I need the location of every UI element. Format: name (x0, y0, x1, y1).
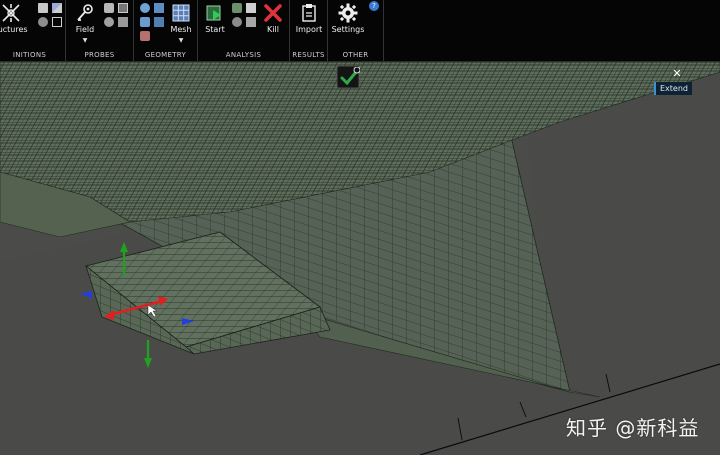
watermark-text: 知乎 @新科益 (566, 416, 700, 440)
start-button[interactable]: Start (198, 1, 232, 45)
field-probe-icon (77, 4, 93, 21)
gear-icon (338, 3, 358, 23)
settings-label: Settings (331, 25, 365, 34)
group-label-other: OTHER (342, 51, 369, 59)
ribbon-group-probes: Field ▼ PROBES (66, 0, 134, 61)
probe-point-icon[interactable] (104, 3, 114, 13)
definition-tool-icon[interactable] (38, 3, 48, 13)
structures-label: ructures (0, 25, 28, 34)
definition-shape-icon[interactable] (38, 17, 48, 27)
definition-grid-icon[interactable] (52, 3, 62, 13)
ribbon-toolbar: ructures INITIONS Field ▼ PROBES (0, 0, 720, 62)
check-icon (340, 66, 361, 86)
close-icon[interactable]: ✕ (671, 68, 683, 80)
field-probe-caret[interactable]: ▼ (68, 37, 102, 44)
geometry-material-icon[interactable] (140, 31, 150, 41)
ribbon-group-geometry: Mesh ▼ GEOMETRY (134, 0, 198, 61)
import-button[interactable]: Import (292, 1, 326, 45)
field-probe-label: Field (75, 25, 95, 34)
confirm-check-button[interactable] (337, 66, 361, 88)
help-icon[interactable]: ? (369, 1, 379, 11)
analysis-monitor-icon[interactable] (232, 17, 242, 27)
mesh-button[interactable]: Mesh ▼ (164, 1, 198, 45)
probe-surface-icon[interactable] (104, 17, 114, 27)
ribbon-group-analysis: Start Kill ANALYSIS (198, 0, 290, 61)
group-label-definitions: INITIONS (12, 51, 47, 59)
mesh-scene[interactable] (0, 62, 720, 455)
ribbon-group-definitions: ructures INITIONS (0, 0, 66, 61)
field-probe-button[interactable]: Field ▼ (68, 1, 102, 45)
3d-viewport[interactable]: ✕ Extend 知乎 @新科益 (0, 62, 720, 455)
mesh-icon (172, 4, 190, 22)
settings-button[interactable]: Settings (331, 1, 365, 45)
group-label-analysis: ANALYSIS (225, 51, 262, 59)
geometry-cube-icon[interactable] (154, 3, 164, 13)
probe-line-icon[interactable] (118, 3, 128, 13)
import-icon (302, 4, 316, 22)
structures-button[interactable]: ructures (0, 1, 28, 45)
start-label: Start (205, 25, 225, 34)
kill-icon (264, 4, 282, 22)
group-label-probes: PROBES (84, 51, 115, 59)
geometry-cylinder-icon[interactable] (140, 17, 150, 27)
definition-box-icon[interactable] (52, 17, 62, 27)
group-label-geometry: GEOMETRY (144, 51, 187, 59)
start-icon (206, 5, 221, 21)
ribbon-group-results: Import RESULTS (290, 0, 328, 61)
extend-tooltip[interactable]: Extend (654, 82, 692, 95)
analysis-run-icon[interactable] (232, 3, 242, 13)
structures-icon (2, 4, 20, 22)
mesh-caret[interactable]: ▼ (164, 37, 198, 44)
kill-button[interactable]: Kill (256, 1, 290, 45)
probe-volume-icon[interactable] (118, 17, 128, 27)
group-label-results: RESULTS (292, 51, 325, 59)
ribbon-group-other: Settings ? OTHER (328, 0, 384, 61)
analysis-queue-icon[interactable] (246, 3, 256, 13)
geometry-sphere-icon[interactable] (140, 3, 150, 13)
